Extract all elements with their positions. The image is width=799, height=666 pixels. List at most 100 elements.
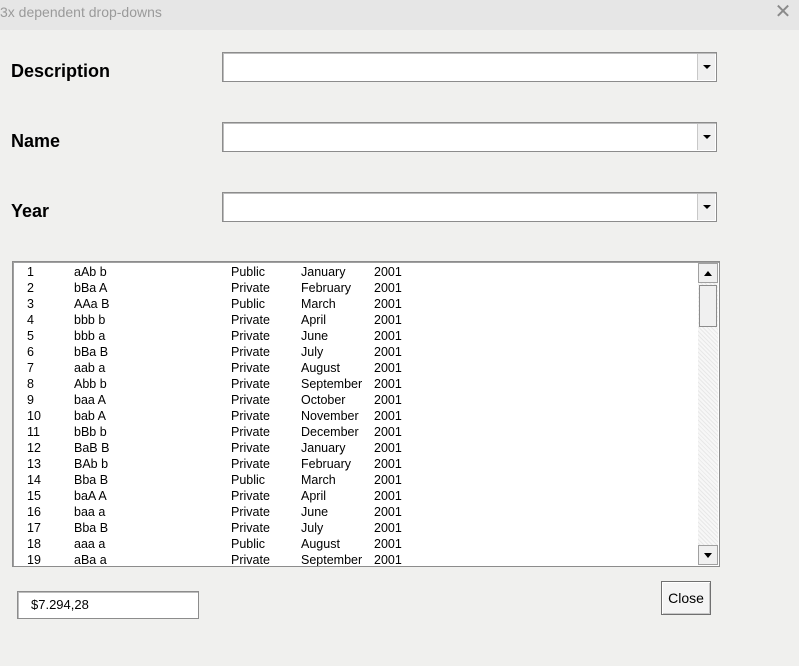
row-month: August	[301, 361, 340, 375]
row-number: 6	[27, 345, 34, 359]
row-month: February	[301, 281, 352, 295]
row-month: October	[301, 393, 346, 407]
list-rows: 1 aAb b Public January 2001 2 bBa A Private Febr…	[13, 264, 699, 567]
list-item[interactable]: 2 bBa A Private February 2001	[13, 280, 699, 296]
list-item[interactable]: 8 Abb b Private September 2001	[13, 376, 699, 392]
list-item[interactable]: 9 baa A Private October 2001	[13, 392, 699, 408]
row-number: 11	[27, 425, 40, 439]
window-title: 3x dependent drop-downs	[0, 4, 162, 20]
scroll-thumb[interactable]	[699, 285, 717, 327]
list-item[interactable]: 10 bab A Private November 2001	[13, 408, 699, 424]
chevron-down-icon	[703, 135, 711, 139]
close-window-icon[interactable]: ✕	[773, 2, 793, 22]
row-year: 2001	[374, 281, 402, 295]
row-name: aab a	[74, 361, 106, 375]
row-year: 2001	[374, 505, 402, 519]
row-name: bBa A	[74, 281, 108, 295]
list-item[interactable]: 4 bbb b Private April 2001	[13, 312, 699, 328]
row-month: July	[301, 345, 324, 359]
row-year: 2001	[374, 393, 402, 407]
row-number: 1	[27, 265, 34, 279]
row-month: April	[301, 313, 327, 327]
row-year: 2001	[374, 425, 402, 439]
list-item[interactable]: 1 aAb b Public January 2001	[13, 264, 699, 280]
row-number: 7	[27, 361, 34, 375]
arrow-up-icon	[704, 271, 712, 276]
list-item[interactable]: 18 aaa a Public August 2001	[13, 536, 699, 552]
row-type: Private	[231, 345, 270, 359]
year-combobox[interactable]	[222, 192, 717, 222]
row-number: 5	[27, 329, 34, 343]
scroll-up-button[interactable]	[698, 263, 718, 283]
name-dropdown-button[interactable]	[697, 124, 715, 150]
year-dropdown-button[interactable]	[697, 194, 715, 220]
row-month: March	[301, 297, 336, 311]
row-month: April	[301, 489, 327, 503]
row-month: June	[301, 329, 329, 343]
row-month: December	[301, 425, 359, 439]
list-item[interactable]: 3 AAa B Public March 2001	[13, 296, 699, 312]
row-name: bab A	[74, 409, 106, 423]
row-name: bbb b	[74, 313, 106, 327]
list-item[interactable]: 7 aab a Private August 2001	[13, 360, 699, 376]
list-item[interactable]: 6 bBa B Private July 2001	[13, 344, 699, 360]
list-item[interactable]: 14 Bba B Public March 2001	[13, 472, 699, 488]
list-item[interactable]: 15 baA A Private April 2001	[13, 488, 699, 504]
row-type: Private	[231, 393, 270, 407]
row-year: 2001	[374, 473, 402, 487]
list-item[interactable]: 13 BAb b Private February 2001	[13, 456, 699, 472]
row-type: Private	[231, 361, 270, 375]
name-combobox[interactable]	[222, 122, 717, 152]
row-name: Bba B	[74, 473, 109, 487]
row-name: BAb b	[74, 457, 109, 471]
row-month: September	[301, 553, 363, 567]
list-item[interactable]: 11 bBb b Private December 2001	[13, 424, 699, 440]
list-item[interactable]: 19 aBa a Private September 2001	[13, 552, 699, 567]
row-type: Private	[231, 281, 270, 295]
list-item[interactable]: 17 Bba B Private July 2001	[13, 520, 699, 536]
row-number: 8	[27, 377, 34, 391]
scroll-down-button[interactable]	[698, 545, 718, 565]
row-name: aAb b	[74, 265, 107, 279]
row-month: March	[301, 473, 336, 487]
row-year: 2001	[374, 521, 402, 535]
row-name: Bba B	[74, 521, 109, 535]
vertical-scrollbar[interactable]	[698, 263, 718, 565]
row-type: Private	[231, 457, 270, 471]
row-year: 2001	[374, 361, 402, 375]
row-type: Private	[231, 313, 270, 327]
close-button[interactable]: Close	[661, 581, 711, 615]
row-number: 2	[27, 281, 34, 295]
row-number: 9	[27, 393, 34, 407]
row-number: 4	[27, 313, 34, 327]
row-year: 2001	[374, 265, 402, 279]
row-number: 12	[27, 441, 41, 455]
results-listbox[interactable]: 1 aAb b Public January 2001 2 bBa A Private Febr…	[12, 261, 720, 567]
row-year: 2001	[374, 537, 402, 551]
row-year: 2001	[374, 457, 402, 471]
description-dropdown-button[interactable]	[697, 54, 715, 80]
row-type: Private	[231, 489, 270, 503]
name-label: Name	[11, 131, 61, 151]
row-number: 18	[27, 537, 41, 551]
list-item[interactable]: 12 BaB B Private January 2001	[13, 440, 699, 456]
row-year: 2001	[374, 297, 402, 311]
title-bar: 3x dependent drop-downs ✕	[0, 0, 799, 30]
list-item[interactable]: 5 bbb a Private June 2001	[13, 328, 699, 344]
row-month: August	[301, 537, 340, 551]
row-name: Abb b	[74, 377, 107, 391]
row-month: September	[301, 377, 363, 391]
row-month: November	[301, 409, 359, 423]
row-year: 2001	[374, 489, 402, 503]
total-amount-field[interactable]: $7.294,28	[17, 591, 199, 619]
row-month: June	[301, 505, 329, 519]
description-combobox[interactable]	[222, 52, 717, 82]
row-type: Public	[231, 473, 266, 487]
row-name: aBa a	[74, 553, 107, 567]
list-item[interactable]: 16 baa a Private June 2001	[13, 504, 699, 520]
row-number: 3	[27, 297, 34, 311]
description-label: Description	[11, 61, 111, 81]
row-name: bBa B	[74, 345, 109, 359]
row-number: 10	[27, 409, 41, 423]
row-type: Public	[231, 265, 266, 279]
